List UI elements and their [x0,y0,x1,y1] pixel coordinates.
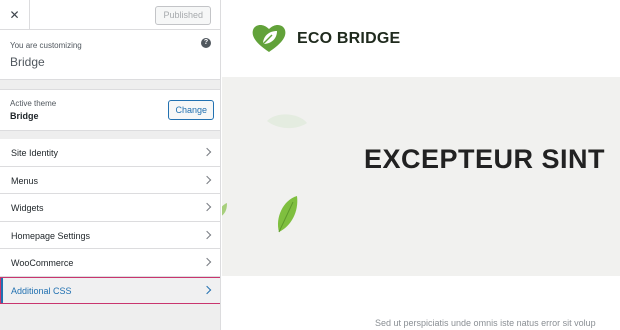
chevron-right-icon [202,230,212,239]
active-theme-label: Active theme [10,99,57,108]
menu-item-label: Site Identity [11,148,59,158]
customizing-info: You are customizing Bridge ? [0,30,220,80]
site-name: Bridge [10,55,45,69]
active-theme-section: Active theme Bridge Change [0,89,220,131]
customizer-menu: Site Identity Menus Widgets Homepage Set… [0,139,220,304]
chevron-right-icon [202,175,212,184]
customizer-header: ✕ Published [0,0,220,30]
published-button[interactable]: Published [155,6,211,25]
chevron-right-icon [202,257,212,267]
change-theme-button[interactable]: Change [168,100,214,120]
site-header: ECO BRIDGE [222,0,620,77]
menu-item-label: Menus [11,175,39,186]
site-preview: ECO BRIDGE EXCEPTEUR SINT Sed ut perspic… [222,0,620,330]
customizing-label: You are customizing [10,41,82,50]
chevron-right-icon [202,147,212,157]
menu-item-label: Widgets [11,203,44,213]
hero-title: EXCEPTEUR SINT [364,144,606,174]
chevron-right-icon [202,202,212,212]
menu-item-label: Additional CSS [11,285,72,296]
eco-logo-leaf-icon[interactable] [250,22,288,54]
menu-item-site-identity[interactable]: Site Identity [0,139,220,167]
theme-name: Bridge [10,111,39,121]
menu-item-woocommerce[interactable]: WooCommerce [0,249,220,277]
menu-item-menus[interactable]: Menus [0,166,220,194]
body-text: Sed ut perspiciatis unde omnis iste natu… [375,318,596,328]
menu-item-label: WooCommerce [11,258,74,268]
close-icon[interactable]: ✕ [0,0,30,30]
help-icon[interactable]: ? [201,38,211,48]
leaf-decoration-icon [267,114,307,129]
brand-name[interactable]: ECO BRIDGE [297,30,400,48]
menu-item-additional-css[interactable]: Additional CSS [0,276,220,304]
customizer-panel: ✕ Published You are customizing Bridge ?… [0,0,221,330]
chevron-right-icon [202,285,212,294]
menu-item-label: Homepage Settings [11,230,91,241]
menu-item-widgets[interactable]: Widgets [0,194,220,222]
hero-section: EXCEPTEUR SINT [222,77,620,276]
menu-item-homepage-settings[interactable]: Homepage Settings [0,221,220,249]
leaf-decoration-icon [222,203,227,216]
leaf-decoration-icon [277,196,298,233]
